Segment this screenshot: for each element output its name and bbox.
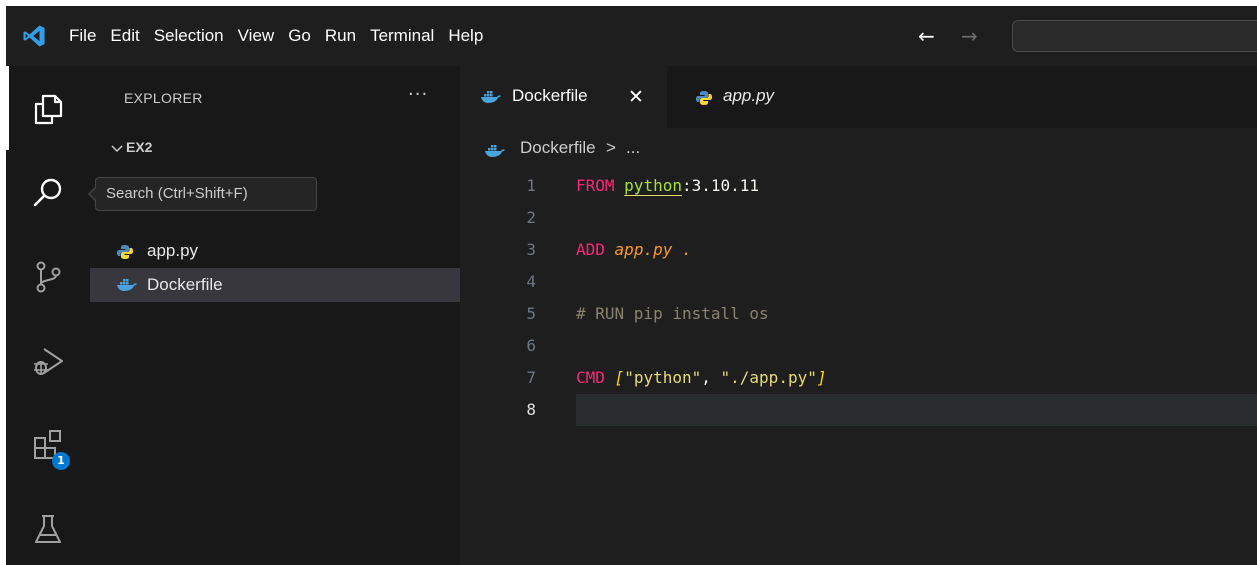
line-number: 3 [526, 240, 536, 259]
line-content[interactable]: # RUN pip install os [576, 298, 1257, 330]
line-number: 2 [526, 208, 536, 227]
tab-dockerfile[interactable]: Dockerfile ✕ [460, 66, 667, 128]
tooltip-arrow-inner [90, 188, 96, 200]
source-control-icon [36, 261, 61, 293]
code-line[interactable]: 6 [460, 330, 1257, 362]
tab-label-app-py: app.py [723, 86, 775, 105]
activity-extensions[interactable]: 1 [6, 414, 90, 474]
line-content[interactable]: ADD app.py . [576, 234, 1257, 266]
code-token: , [701, 368, 721, 387]
python-icon [696, 91, 712, 105]
file-label-app-py: app.py [147, 241, 199, 260]
code-line[interactable]: 7 CMD ["python", "./app.py"] [460, 362, 1257, 394]
code-token: :3.10.11 [681, 176, 760, 195]
vscode-logo-icon[interactable] [22, 24, 46, 48]
file-label-dockerfile: Dockerfile [147, 275, 223, 294]
line-content[interactable] [576, 202, 1257, 234]
explorer-title: EXPLORER [124, 90, 203, 106]
menu-edit[interactable]: Edit [110, 26, 139, 46]
activity-source-control[interactable] [6, 246, 90, 306]
code-line[interactable]: 3 ADD app.py . [460, 234, 1257, 266]
menu-selection[interactable]: Selection [154, 26, 224, 46]
breadcrumb-separator: > [606, 138, 616, 157]
command-center-search[interactable] [1012, 20, 1257, 52]
menu-bar: File Edit Selection View Go Run Terminal… [69, 6, 497, 66]
docker-icon [485, 145, 505, 157]
line-number: 4 [526, 272, 536, 291]
code-line[interactable]: 5 # RUN pip install os [460, 298, 1257, 330]
line-number: 7 [526, 368, 536, 387]
search-tooltip: Search (Ctrl+Shift+F) [95, 177, 317, 211]
line-number: 8 [526, 400, 536, 419]
chevron-down-icon [111, 145, 123, 153]
close-icon[interactable]: ✕ [628, 86, 644, 108]
code-token: # RUN pip install os [576, 304, 769, 323]
code-token: ] [816, 368, 827, 387]
folder-row-ex2[interactable]: EX2 [90, 136, 460, 160]
code-line[interactable]: 8 [460, 394, 1257, 426]
code-token: [ [614, 368, 625, 387]
menu-view[interactable]: View [238, 26, 275, 46]
line-content[interactable] [576, 394, 1257, 426]
line-number: 6 [526, 336, 536, 355]
activity-run-debug[interactable] [6, 330, 90, 390]
menu-terminal[interactable]: Terminal [370, 26, 434, 46]
tab-app-py[interactable]: app.py [667, 66, 871, 128]
code-token: ADD [576, 240, 605, 259]
nav-forward-arrow-icon[interactable]: → [961, 24, 978, 48]
activity-bar: 1 [6, 66, 90, 565]
menu-go[interactable]: Go [288, 26, 311, 46]
line-number: 1 [526, 176, 536, 195]
explorer-sidebar: EXPLORER ··· EX2 app.py Dockerfile [90, 66, 460, 565]
code-line[interactable]: 4 [460, 266, 1257, 298]
title-bar: File Edit Selection View Go Run Terminal… [6, 6, 1257, 66]
line-number: 5 [526, 304, 536, 323]
menu-help[interactable]: Help [448, 26, 483, 46]
tab-bar: Dockerfile ✕ app.py [460, 66, 1257, 128]
activity-explorer[interactable] [6, 78, 90, 138]
docker-icon [481, 91, 501, 103]
code-token: FROM [576, 176, 615, 195]
menu-file[interactable]: File [69, 26, 96, 46]
run-debug-icon [34, 348, 63, 375]
menu-run[interactable]: Run [325, 26, 356, 46]
line-content[interactable] [576, 330, 1257, 362]
line-content[interactable]: FROM python:3.10.11 [576, 170, 1257, 202]
nav-back-arrow-icon[interactable]: ← [918, 24, 935, 48]
code-token: app.py . [614, 240, 692, 259]
file-row-dockerfile[interactable]: Dockerfile [90, 268, 460, 302]
docker-icon [117, 279, 137, 291]
folder-label: EX2 [126, 139, 153, 155]
beaker-icon [35, 515, 61, 543]
breadcrumb-file[interactable]: Dockerfile [520, 138, 596, 158]
extensions-badge: 1 [52, 452, 70, 470]
code-token: CMD [576, 368, 605, 387]
line-content[interactable]: CMD ["python", "./app.py"] [576, 362, 1257, 394]
code-line[interactable]: 2 [460, 202, 1257, 234]
vscode-window: File Edit Selection View Go Run Terminal… [6, 6, 1257, 565]
python-icon [117, 245, 133, 259]
files-icon [34, 94, 63, 125]
activity-testing[interactable] [6, 498, 90, 558]
code-line[interactable]: 1 FROM python:3.10.11 [460, 170, 1257, 202]
activity-search[interactable] [6, 162, 90, 222]
file-row-app-py[interactable]: app.py [90, 234, 460, 268]
code-token: "./app.py" [720, 368, 817, 387]
line-content[interactable] [576, 266, 1257, 298]
code-token: "python" [624, 368, 702, 387]
breadcrumb-more[interactable]: ... [626, 138, 640, 158]
more-actions-icon[interactable]: ··· [408, 84, 428, 105]
tab-label-dockerfile: Dockerfile [512, 86, 588, 105]
code-token: python [624, 176, 682, 195]
search-icon [33, 178, 62, 207]
editor-area: Dockerfile ✕ app.py Dockerfile > ... 1 F… [460, 66, 1257, 565]
